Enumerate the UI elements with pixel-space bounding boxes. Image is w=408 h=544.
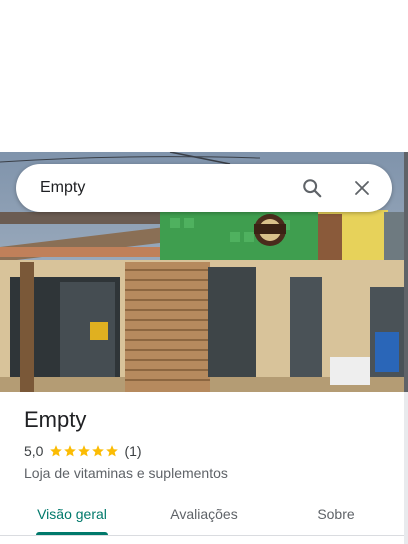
place-title: Empty [24,407,87,432]
tab-about[interactable]: Sobre [300,496,372,532]
star-rating [49,444,119,458]
close-icon[interactable] [350,176,374,200]
tabs-divider [0,535,404,536]
tab-reviews-label: Avaliações [170,506,238,522]
tab-reviews[interactable]: Avaliações [150,496,258,532]
map-area-blank [0,0,408,152]
scrollbar-thumb[interactable] [404,152,408,392]
star-icon [92,445,105,457]
tab-overview[interactable]: Visão geral [24,496,120,532]
star-icon [78,445,91,457]
star-icon [106,445,119,457]
search-input[interactable]: Empty [40,179,300,197]
star-icon [64,445,77,457]
tab-about-label: Sobre [317,506,355,522]
search-bar[interactable]: Empty [16,164,392,212]
tab-overview-label: Visão geral [37,506,107,522]
review-count[interactable]: (1) [124,443,141,459]
star-icon [50,445,63,457]
search-icon[interactable] [300,176,324,200]
rating-row[interactable]: 5,0 (1) [24,443,142,459]
place-category[interactable]: Loja de vitaminas e suplementos [24,465,228,481]
tab-bar: Visão geral Avaliações Sobre [0,496,404,536]
rating-value: 5,0 [24,443,44,459]
